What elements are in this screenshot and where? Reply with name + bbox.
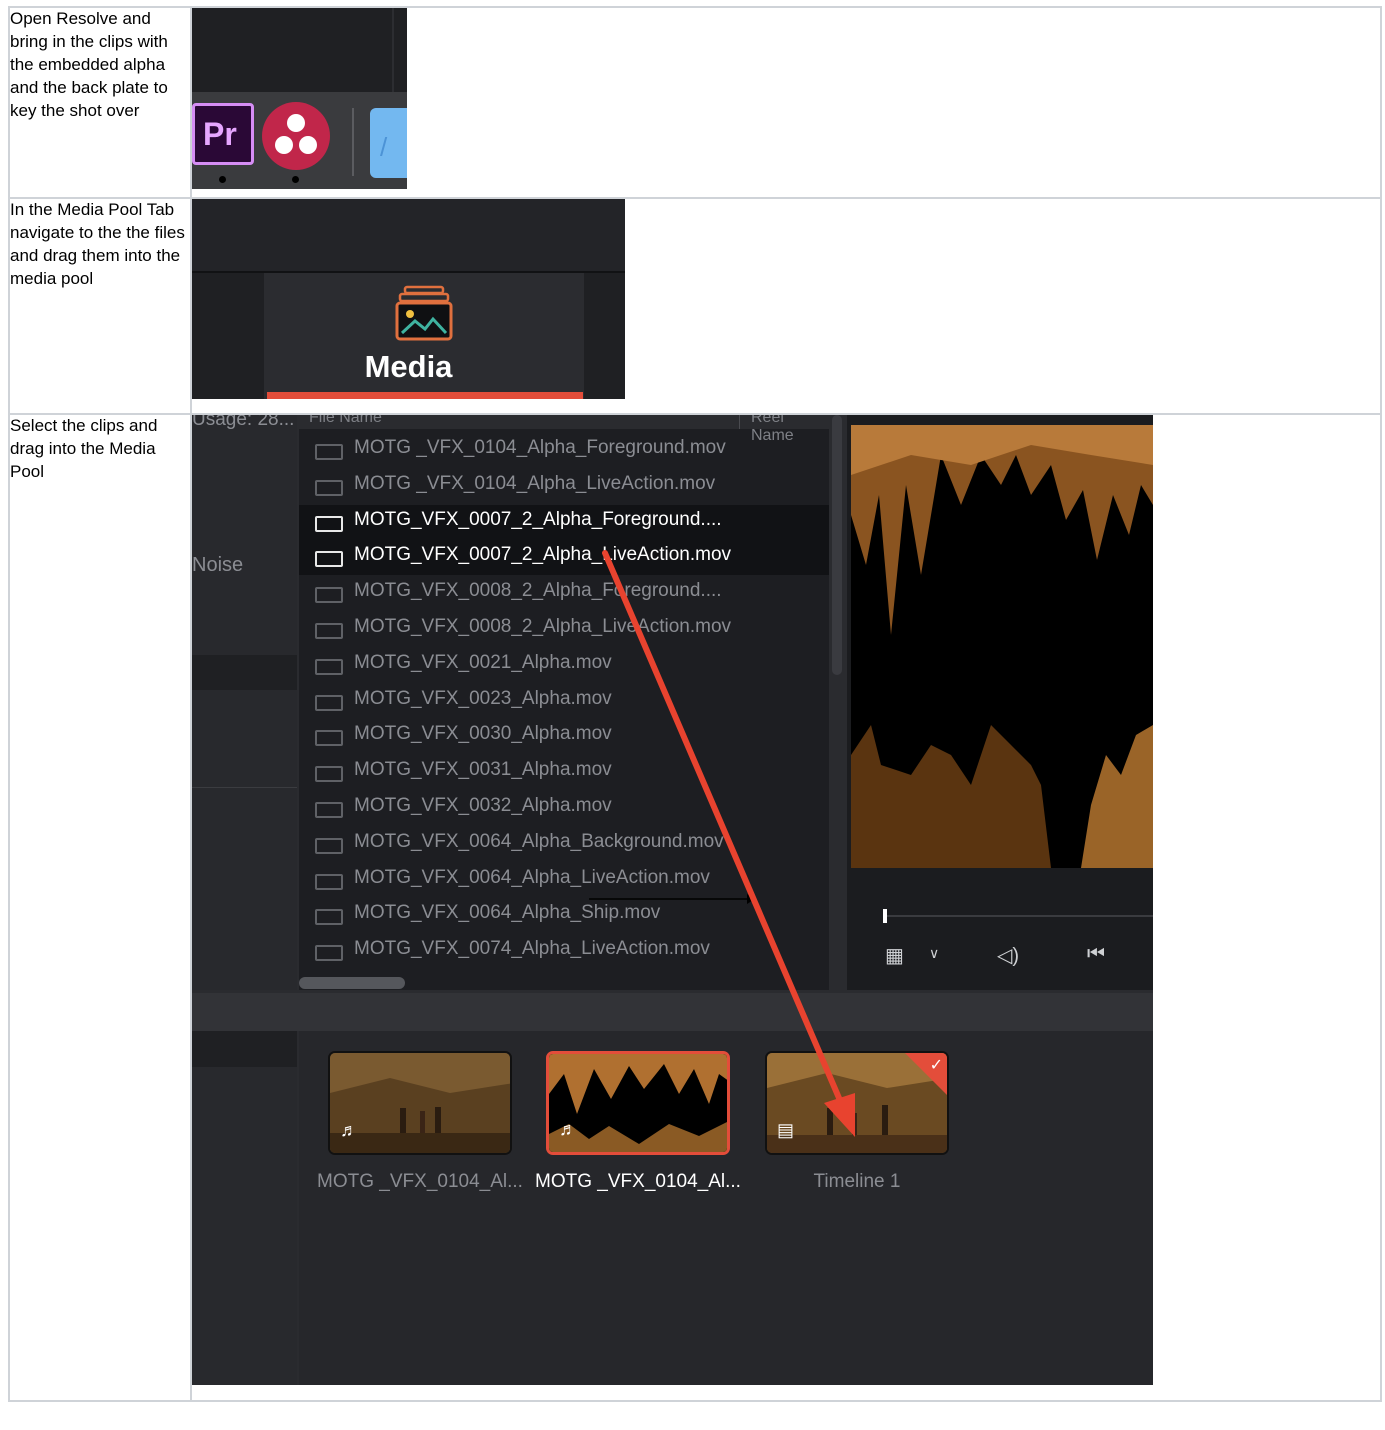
davinci-resolve-icon[interactable] (262, 102, 330, 170)
media-pool-screenshot: Usage: 28... Noise File Name Reel Name M… (192, 415, 1153, 1385)
app-store-glyph-icon: / (380, 132, 388, 162)
step-1-text: Open Resolve and bring in the clips with… (8, 6, 192, 199)
instructions-table: Open Resolve and bring in the clips with… (8, 6, 1382, 1402)
resolve-running-dot (292, 176, 299, 183)
premiere-running-dot (219, 176, 226, 183)
step-3-screenshot-cell: Usage: 28... Noise File Name Reel Name M… (190, 413, 1382, 1402)
tab-bar-top (192, 199, 625, 271)
macos-dock-screenshot: Pr / (192, 8, 407, 189)
media-tab-label[interactable]: Media (192, 349, 625, 385)
step-2-text: In the Media Pool Tab navigate to the th… (8, 197, 192, 415)
dock-top-area (192, 8, 407, 92)
step-row-1: Open Resolve and bring in the clips with… (8, 6, 1382, 199)
dock-divider-line (392, 8, 394, 92)
step-2-screenshot-cell: Media (190, 197, 1382, 415)
drag-direction-arrow (589, 550, 855, 1137)
active-tab-indicator (267, 392, 583, 399)
media-image-icon (395, 285, 453, 341)
step-row-2: In the Media Pool Tab navigate to the th… (8, 197, 1382, 415)
dock-separator (352, 108, 354, 176)
applications-folder-icon[interactable]: / (370, 108, 407, 178)
step-3-text: Select the clips and drag into the Media… (8, 413, 192, 1402)
step-row-3: Select the clips and drag into the Media… (8, 413, 1382, 1402)
premiere-icon[interactable]: Pr (192, 103, 254, 165)
media-page-tab-screenshot: Media (192, 199, 625, 399)
step-1-screenshot-cell: Pr / (190, 6, 1382, 199)
